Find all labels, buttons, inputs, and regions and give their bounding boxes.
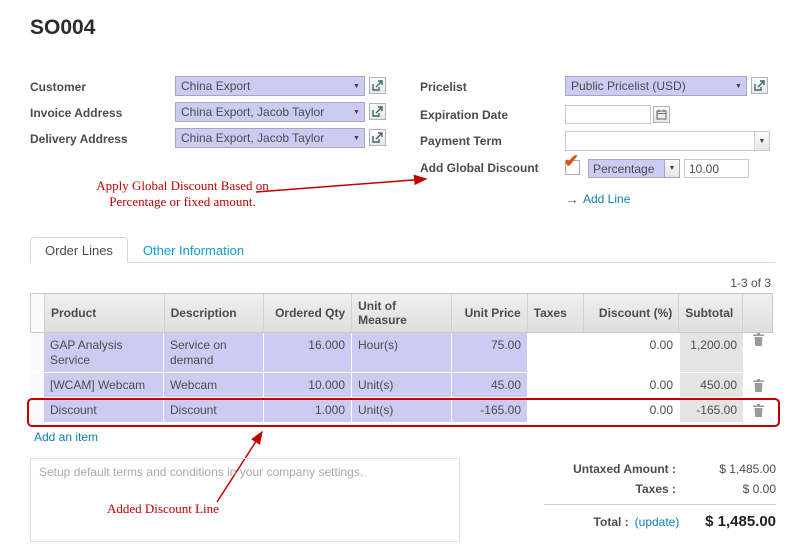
- chevron-down-icon[interactable]: ▼: [664, 160, 679, 177]
- col-unit-of-measure[interactable]: Unit of Measure: [352, 294, 452, 332]
- chevron-down-icon[interactable]: ▼: [349, 77, 364, 95]
- cell-subtotal: 1,200.00: [680, 333, 744, 373]
- add-an-item-link[interactable]: Add an item: [34, 430, 98, 444]
- annotation-global-discount-note: Apply Global Discount Based on Percentag…: [85, 178, 280, 210]
- cell-description[interactable]: Service on demand: [164, 333, 264, 373]
- update-link[interactable]: (update): [635, 515, 680, 529]
- cell-description[interactable]: Discount: [164, 398, 264, 423]
- pricelist-label: Pricelist: [420, 80, 467, 94]
- table-row[interactable]: GAP Analysis Service Service on demand 1…: [30, 333, 773, 373]
- checkmark-icon: ✔: [564, 152, 579, 170]
- tab-order-lines[interactable]: Order Lines: [30, 237, 128, 263]
- invoice-address-value: China Export, Jacob Taylor: [176, 105, 349, 119]
- add-line-label: Add Line: [583, 192, 630, 206]
- row-drag-handle[interactable]: [30, 333, 44, 373]
- cell-taxes[interactable]: [528, 333, 584, 373]
- arrow-right-icon: →: [565, 191, 579, 207]
- cell-subtotal: 450.00: [680, 373, 744, 398]
- payment-term-field[interactable]: ▼: [565, 131, 770, 151]
- customer-field[interactable]: China Export ▼: [175, 76, 365, 96]
- customer-value: China Export: [176, 79, 349, 93]
- discount-type-select[interactable]: Percentage ▼: [588, 159, 680, 178]
- calendar-icon[interactable]: [653, 106, 670, 123]
- tab-other-information[interactable]: Other Information: [128, 237, 259, 263]
- taxes-value: $ 0.00: [690, 482, 776, 496]
- chevron-down-icon[interactable]: ▼: [349, 129, 364, 147]
- delivery-address-label: Delivery Address: [30, 132, 128, 146]
- add-line-button[interactable]: → Add Line: [565, 191, 630, 207]
- chevron-down-icon[interactable]: ▼: [754, 132, 769, 150]
- cell-qty[interactable]: 1.000: [264, 398, 352, 423]
- cell-unit-price[interactable]: 45.00: [452, 373, 528, 398]
- cell-qty[interactable]: 16.000: [264, 333, 352, 373]
- col-subtotal[interactable]: Subtotal: [679, 294, 743, 332]
- customer-label: Customer: [30, 80, 86, 94]
- delete-row-icon[interactable]: [744, 373, 773, 398]
- totals-block: Untaxed Amount : $ 1,485.00 Taxes : $ 0.…: [540, 462, 776, 530]
- total-label: Total :: [540, 515, 635, 529]
- cell-product[interactable]: GAP Analysis Service: [44, 333, 164, 373]
- col-description[interactable]: Description: [165, 294, 265, 332]
- cell-unit-price[interactable]: -165.00: [452, 398, 528, 423]
- cell-product[interactable]: [WCAM] Webcam: [44, 373, 164, 398]
- cell-taxes[interactable]: [528, 373, 584, 398]
- delivery-address-field[interactable]: China Export, Jacob Taylor ▼: [175, 128, 365, 148]
- totals-divider: [544, 504, 776, 505]
- untaxed-amount-value: $ 1,485.00: [690, 462, 776, 476]
- discount-type-value: Percentage: [589, 162, 664, 176]
- payment-term-label: Payment Term: [420, 134, 502, 148]
- cell-product[interactable]: Discount: [44, 398, 164, 423]
- chevron-down-icon[interactable]: ▼: [349, 103, 364, 121]
- delete-row-icon[interactable]: [744, 398, 773, 423]
- col-discount[interactable]: Discount (%): [584, 294, 680, 332]
- col-taxes[interactable]: Taxes: [528, 294, 584, 332]
- chevron-down-icon[interactable]: ▼: [731, 77, 746, 95]
- col-delete: [743, 294, 772, 332]
- expiration-date-input[interactable]: [565, 105, 651, 124]
- delivery-address-value: China Export, Jacob Taylor: [176, 131, 349, 145]
- discount-amount-value: 10.00: [689, 162, 719, 176]
- cell-uom[interactable]: Unit(s): [352, 373, 452, 398]
- notebook-tabs: Order Lines Other Information: [30, 237, 259, 263]
- cell-uom[interactable]: Hour(s): [352, 333, 452, 373]
- handle-column-header: [31, 294, 45, 332]
- cell-unit-price[interactable]: 75.00: [452, 333, 528, 373]
- page-title: SO004: [30, 16, 95, 40]
- cell-taxes[interactable]: [528, 398, 584, 423]
- delete-row-icon[interactable]: [744, 333, 773, 373]
- taxes-label: Taxes :: [540, 482, 690, 496]
- cell-discount[interactable]: 0.00: [584, 398, 680, 423]
- discount-amount-input[interactable]: 10.00: [684, 159, 749, 178]
- row-drag-handle[interactable]: [30, 398, 44, 423]
- col-unit-price[interactable]: Unit Price: [452, 294, 528, 332]
- untaxed-amount-label: Untaxed Amount :: [540, 462, 690, 476]
- total-value: $ 1,485.00: [687, 513, 776, 530]
- cell-discount[interactable]: 0.00: [584, 373, 680, 398]
- add-global-discount-label: Add Global Discount: [420, 161, 539, 175]
- table-row[interactable]: [WCAM] Webcam Webcam 10.000 Unit(s) 45.0…: [30, 373, 773, 398]
- pager[interactable]: 1-3 of 3: [730, 276, 771, 290]
- cell-qty[interactable]: 10.000: [264, 373, 352, 398]
- delivery-address-external-link-icon[interactable]: [369, 129, 386, 146]
- customer-external-link-icon[interactable]: [369, 77, 386, 94]
- pricelist-value: Public Pricelist (USD): [566, 79, 731, 93]
- expiration-date-label: Expiration Date: [420, 108, 508, 122]
- invoice-address-external-link-icon[interactable]: [369, 103, 386, 120]
- invoice-address-label: Invoice Address: [30, 106, 122, 120]
- table-row-discount[interactable]: Discount Discount 1.000 Unit(s) -165.00 …: [30, 398, 773, 423]
- col-ordered-qty[interactable]: Ordered Qty: [264, 294, 352, 332]
- pricelist-field[interactable]: Public Pricelist (USD) ▼: [565, 76, 747, 96]
- cell-subtotal: -165.00: [680, 398, 744, 423]
- terms-textarea[interactable]: Setup default terms and conditions in yo…: [30, 458, 460, 542]
- invoice-address-field[interactable]: China Export, Jacob Taylor ▼: [175, 102, 365, 122]
- cell-description[interactable]: Webcam: [164, 373, 264, 398]
- cell-uom[interactable]: Unit(s): [352, 398, 452, 423]
- order-lines-table: Product Description Ordered Qty Unit of …: [30, 293, 773, 423]
- sales-order-form: SO004 Customer China Export ▼ Invoice Ad…: [0, 0, 803, 545]
- row-drag-handle[interactable]: [30, 373, 44, 398]
- cell-discount[interactable]: 0.00: [584, 333, 680, 373]
- pricelist-external-link-icon[interactable]: [751, 77, 768, 94]
- col-product[interactable]: Product: [45, 294, 165, 332]
- table-header: Product Description Ordered Qty Unit of …: [30, 293, 773, 333]
